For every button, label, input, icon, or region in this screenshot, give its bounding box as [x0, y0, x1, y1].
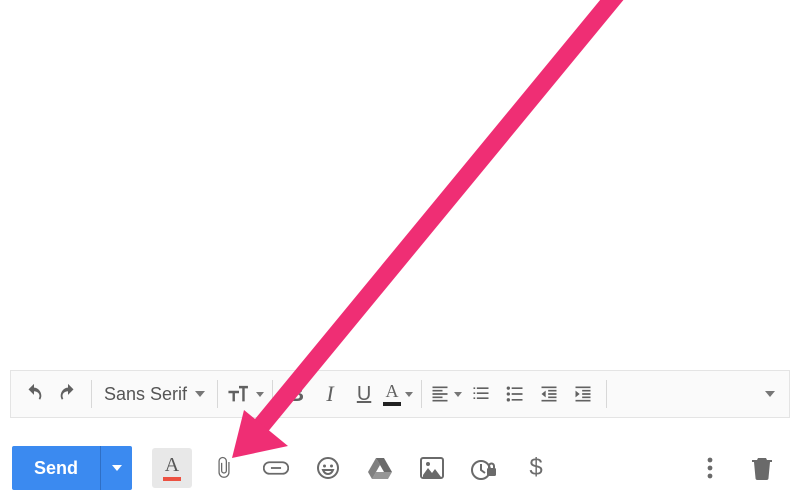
separator: [272, 380, 273, 408]
redo-button[interactable]: [53, 376, 83, 412]
confidential-mode-button[interactable]: [464, 448, 504, 488]
send-money-button[interactable]: $: [516, 448, 556, 488]
separator: [217, 380, 218, 408]
separator: [91, 380, 92, 408]
separator: [606, 380, 607, 408]
formatting-more-button[interactable]: [751, 376, 781, 412]
caret-down-icon: [256, 392, 264, 397]
compose-body[interactable]: [10, 0, 790, 350]
bulleted-list-button[interactable]: [500, 376, 530, 412]
indent-more-button[interactable]: [568, 376, 598, 412]
align-button[interactable]: [430, 376, 462, 412]
send-label: Send: [34, 458, 78, 479]
caret-down-icon: [405, 392, 413, 397]
numbered-list-button[interactable]: [466, 376, 496, 412]
italic-button[interactable]: I: [315, 376, 345, 412]
indent-less-button[interactable]: [534, 376, 564, 412]
caret-down-icon: [195, 391, 205, 397]
insert-photo-button[interactable]: [412, 448, 452, 488]
send-more-button[interactable]: [100, 446, 132, 490]
text-color-button[interactable]: A: [383, 376, 413, 412]
separator: [421, 380, 422, 408]
compose-action-bar: Send A $: [10, 440, 790, 496]
formatting-toolbar: Sans Serif B I U A: [10, 370, 790, 418]
attach-file-button[interactable]: [204, 448, 244, 488]
discard-draft-button[interactable]: [742, 448, 782, 488]
send-split-button: Send: [12, 446, 132, 490]
toggle-formatting-button[interactable]: A: [152, 448, 192, 488]
insert-emoji-button[interactable]: [308, 448, 348, 488]
font-family-label: Sans Serif: [104, 384, 187, 405]
undo-button[interactable]: [19, 376, 49, 412]
caret-down-icon: [112, 465, 122, 471]
bold-button[interactable]: B: [281, 376, 311, 412]
insert-drive-button[interactable]: [360, 448, 400, 488]
more-options-button[interactable]: [690, 448, 730, 488]
font-size-button[interactable]: [226, 376, 264, 412]
underline-button[interactable]: U: [349, 376, 379, 412]
send-button[interactable]: Send: [12, 446, 100, 490]
font-family-picker[interactable]: Sans Serif: [98, 376, 211, 412]
insert-link-button[interactable]: [256, 448, 296, 488]
caret-down-icon: [765, 391, 775, 397]
caret-down-icon: [454, 392, 462, 397]
